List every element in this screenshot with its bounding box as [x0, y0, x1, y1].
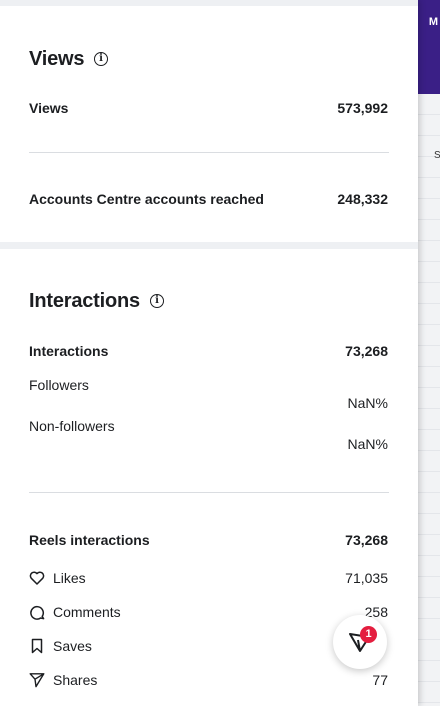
notification-badge: 1 — [360, 626, 377, 643]
info-icon[interactable]: i — [150, 294, 164, 308]
views-card: Views i Views 573,992 Accounts Centre ac… — [0, 6, 418, 242]
shares-label: Shares — [53, 672, 98, 688]
send-icon — [29, 672, 45, 688]
info-icon[interactable]: i — [94, 52, 108, 66]
non-followers-label: Non-followers — [29, 418, 115, 434]
divider — [29, 492, 389, 493]
floating-action-button[interactable]: 1 — [333, 615, 387, 669]
views-label: Views — [29, 100, 69, 116]
insights-panel: Views i Views 573,992 Accounts Centre ac… — [0, 0, 418, 706]
followers-label: Followers — [29, 377, 89, 393]
shares-value: 77 — [372, 672, 388, 688]
bookmark-icon — [29, 638, 45, 654]
comment-icon — [29, 604, 45, 620]
background-column-letter: S — [434, 150, 440, 161]
likes-value: 71,035 — [345, 570, 388, 586]
interactions-title: Interactions — [29, 290, 140, 312]
followers-value: NaN% — [347, 395, 388, 411]
views-title: Views — [29, 48, 85, 70]
non-followers-value: NaN% — [347, 436, 388, 452]
interactions-value: 73,268 — [345, 343, 388, 359]
divider — [29, 152, 389, 153]
reels-interactions-value: 73,268 — [345, 532, 388, 548]
views-value: 573,992 — [337, 100, 388, 116]
background-header: M — [418, 0, 440, 94]
background-app: M S — [418, 0, 440, 706]
reels-interactions-label: Reels interactions — [29, 532, 150, 548]
saves-label: Saves — [53, 638, 92, 654]
accounts-reached-label: Accounts Centre accounts reached — [29, 191, 264, 207]
interactions-label: Interactions — [29, 343, 109, 359]
heart-icon — [29, 570, 45, 586]
likes-label: Likes — [53, 570, 86, 586]
comments-label: Comments — [53, 604, 121, 620]
background-table — [418, 94, 440, 706]
accounts-reached-value: 248,332 — [337, 191, 388, 207]
background-header-text: M — [428, 16, 438, 28]
